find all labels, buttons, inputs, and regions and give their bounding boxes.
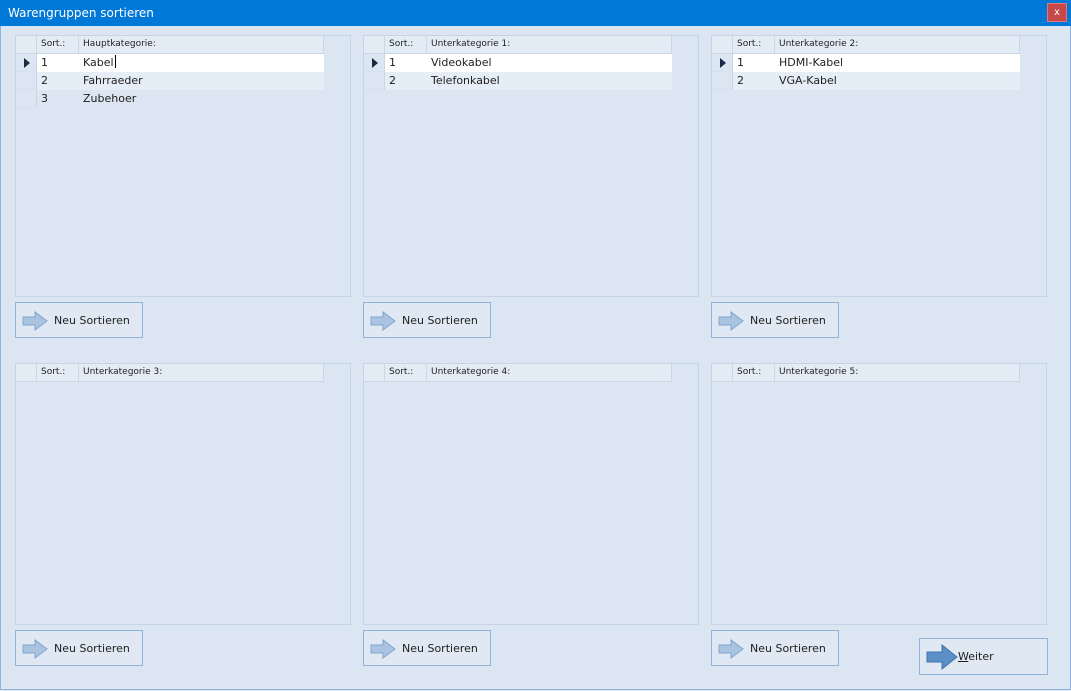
row-selector-header — [364, 364, 385, 381]
row-selector-header — [16, 36, 37, 53]
cell-sort[interactable]: 1 — [385, 54, 427, 72]
resort-button-label: Neu Sortieren — [402, 642, 478, 655]
grid-header: Sort.: Unterkategorie 2: — [712, 36, 1020, 54]
cell-name-text: Kabel — [83, 56, 114, 69]
resort-button-label: Neu Sortieren — [750, 314, 826, 327]
cell-name[interactable]: Telefonkabel — [427, 72, 672, 90]
table-row[interactable]: 2 Fahrraeder — [16, 72, 324, 90]
column-header-sort[interactable]: Sort.: — [37, 36, 79, 53]
grid-unterkategorie-4[interactable]: Sort.: Unterkategorie 4: — [363, 363, 699, 625]
row-selector[interactable] — [16, 54, 37, 72]
current-row-icon — [372, 58, 378, 68]
close-button[interactable]: x — [1047, 3, 1067, 22]
table-row[interactable]: 2 Telefonkabel — [364, 72, 672, 90]
arrow-right-icon — [370, 311, 396, 331]
column-header-sort[interactable]: Sort.: — [385, 364, 427, 381]
grid-header: Sort.: Unterkategorie 4: — [364, 364, 672, 382]
row-selector[interactable] — [364, 54, 385, 72]
row-selector[interactable] — [16, 72, 37, 90]
row-selector-header — [712, 36, 733, 53]
column-header-sort[interactable]: Sort.: — [733, 36, 775, 53]
table-row[interactable]: 1 HDMI-Kabel — [712, 54, 1020, 72]
cell-name[interactable]: HDMI-Kabel — [775, 54, 1020, 72]
resort-button-unterkategorie-5[interactable]: Neu Sortieren — [711, 630, 839, 666]
grid-unterkategorie-1[interactable]: Sort.: Unterkategorie 1: 1 Videokabel 2 … — [363, 35, 699, 297]
current-row-icon — [720, 58, 726, 68]
grid-hauptkategorie[interactable]: Sort.: Hauptkategorie: 1 Kabel 2 Fahrrae… — [15, 35, 351, 297]
resort-button-unterkategorie-1[interactable]: Neu Sortieren — [363, 302, 491, 338]
next-button-label: Weiter — [958, 650, 994, 663]
grid-unterkategorie-2[interactable]: Sort.: Unterkategorie 2: 1 HDMI-Kabel 2 … — [711, 35, 1047, 297]
row-selector-header — [364, 36, 385, 53]
resort-button-label: Neu Sortieren — [402, 314, 478, 327]
grid-header: Sort.: Unterkategorie 1: — [364, 36, 672, 54]
cell-name[interactable]: Videokabel — [427, 54, 672, 72]
row-selector-header — [16, 364, 37, 381]
row-selector[interactable] — [712, 72, 733, 90]
cell-name[interactable]: Kabel — [79, 54, 324, 72]
row-selector[interactable] — [16, 90, 37, 108]
grid-header: Sort.: Unterkategorie 5: — [712, 364, 1020, 382]
title-bar: Warengruppen sortieren x — [0, 0, 1071, 26]
text-cursor — [114, 55, 116, 68]
table-row[interactable]: 2 VGA-Kabel — [712, 72, 1020, 90]
row-selector[interactable] — [712, 54, 733, 72]
resort-button-unterkategorie-3[interactable]: Neu Sortieren — [15, 630, 143, 666]
cell-sort[interactable]: 3 — [37, 90, 79, 108]
cell-name[interactable]: VGA-Kabel — [775, 72, 1020, 90]
cell-sort[interactable]: 2 — [385, 72, 427, 90]
arrow-right-icon — [718, 639, 744, 659]
table-row[interactable]: 1 Kabel — [16, 54, 324, 72]
column-header-category[interactable]: Unterkategorie 2: — [775, 36, 1020, 53]
grid-header: Sort.: Hauptkategorie: — [16, 36, 324, 54]
resort-button-label: Neu Sortieren — [54, 642, 130, 655]
cell-name[interactable]: Fahrraeder — [79, 72, 324, 90]
arrow-right-icon — [926, 644, 958, 670]
cell-sort[interactable]: 1 — [733, 54, 775, 72]
resort-button-label: Neu Sortieren — [54, 314, 130, 327]
arrow-right-icon — [22, 639, 48, 659]
table-row[interactable]: 1 Videokabel — [364, 54, 672, 72]
grid-header: Sort.: Unterkategorie 3: — [16, 364, 324, 382]
row-selector-header — [712, 364, 733, 381]
arrow-right-icon — [370, 639, 396, 659]
column-header-category[interactable]: Unterkategorie 1: — [427, 36, 672, 53]
column-header-sort[interactable]: Sort.: — [733, 364, 775, 381]
grid-unterkategorie-3[interactable]: Sort.: Unterkategorie 3: — [15, 363, 351, 625]
grid-unterkategorie-5[interactable]: Sort.: Unterkategorie 5: — [711, 363, 1047, 625]
resort-button-hauptkategorie[interactable]: Neu Sortieren — [15, 302, 143, 338]
arrow-right-icon — [22, 311, 48, 331]
column-header-sort[interactable]: Sort.: — [37, 364, 79, 381]
cell-sort[interactable]: 1 — [37, 54, 79, 72]
column-header-category[interactable]: Unterkategorie 4: — [427, 364, 672, 381]
column-header-category[interactable]: Hauptkategorie: — [79, 36, 324, 53]
resort-button-label: Neu Sortieren — [750, 642, 826, 655]
cell-sort[interactable]: 2 — [37, 72, 79, 90]
resort-button-unterkategorie-4[interactable]: Neu Sortieren — [363, 630, 491, 666]
resort-button-unterkategorie-2[interactable]: Neu Sortieren — [711, 302, 839, 338]
cell-name[interactable]: Zubehoer — [79, 90, 324, 108]
window-title: Warengruppen sortieren — [8, 6, 154, 20]
current-row-icon — [24, 58, 30, 68]
row-selector[interactable] — [364, 72, 385, 90]
arrow-right-icon — [718, 311, 744, 331]
column-header-category[interactable]: Unterkategorie 3: — [79, 364, 324, 381]
next-button[interactable]: Weiter — [919, 638, 1048, 675]
table-row[interactable]: 3 Zubehoer — [16, 90, 324, 108]
column-header-category[interactable]: Unterkategorie 5: — [775, 364, 1020, 381]
column-header-sort[interactable]: Sort.: — [385, 36, 427, 53]
cell-sort[interactable]: 2 — [733, 72, 775, 90]
